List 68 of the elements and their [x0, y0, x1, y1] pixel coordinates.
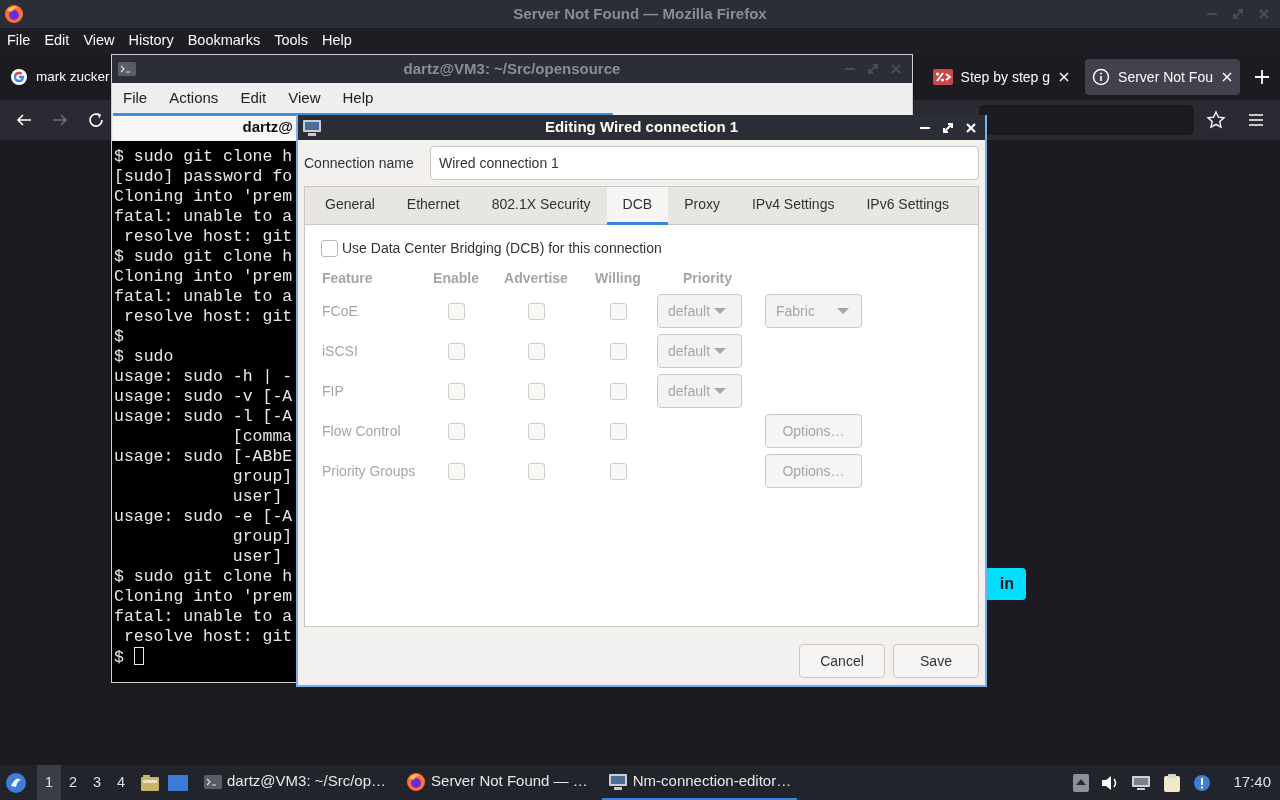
menu-item[interactable]: File — [112, 86, 159, 110]
terminal-line: user] — [231, 547, 283, 566]
terminal-line: Cloning into 'prem — [114, 187, 293, 206]
workspace-button[interactable]: 1 — [37, 765, 61, 800]
menu-item[interactable]: Help — [331, 86, 385, 110]
terminal-line: $ sudo git clone h — [114, 567, 293, 586]
tab-title: Server Not Fou — [1118, 67, 1213, 87]
menu-item[interactable]: Bookmarks — [180, 30, 268, 52]
page-button[interactable]: in — [985, 568, 1026, 600]
terminal-line: usage: sudo -l [-A — [114, 407, 293, 426]
workspace-button[interactable]: 2 — [61, 765, 85, 800]
terminal-line: usage: sudo -h | - — [114, 367, 293, 386]
terminal-line: [sudo] password fo — [114, 167, 293, 186]
terminal-line: group] — [231, 527, 293, 546]
terminal-line: resolve host: git — [122, 227, 293, 246]
window-title: Server Not Found — Mozilla Firefox — [513, 3, 767, 24]
terminal-line: $ — [114, 648, 125, 667]
browser-tab[interactable]: Step by step g — [925, 59, 1078, 95]
taskbar-button[interactable]: Server Not Found — … — [400, 765, 594, 800]
window-title: dartz@VM3: ~/Src/opensource — [403, 58, 621, 79]
terminal-line: group] — [231, 467, 293, 486]
terminal-line: $ — [114, 327, 124, 346]
terminal-line: resolve host: git — [122, 307, 293, 326]
terminal-line: fatal: unable to a — [114, 207, 293, 226]
terminal-line: Cloning into 'prem — [114, 267, 293, 286]
terminal-line: fatal: unable to a — [114, 607, 293, 626]
workspace-button[interactable]: 4 — [109, 765, 133, 800]
menu-item[interactable]: Help — [315, 30, 359, 52]
menu-item[interactable]: File — [0, 30, 38, 52]
menu-item[interactable]: Actions — [158, 86, 230, 110]
column-header: Willing — [595, 268, 641, 288]
menu-item[interactable]: Edit — [229, 86, 278, 110]
terminal-line: fatal: unable to a — [114, 287, 293, 306]
workspace-button[interactable]: 3 — [85, 765, 109, 800]
clock[interactable]: 17:40 — [1233, 771, 1271, 794]
menu-item[interactable]: View — [277, 86, 332, 110]
feature-label: iSCSI — [322, 341, 358, 361]
terminal-line: usage: sudo -e [-A — [114, 507, 293, 526]
column-header: Priority — [683, 268, 732, 288]
terminal-line: $ sudo git clone h — [114, 247, 293, 266]
checkbox-label: Use Data Center Bridging (DCB) for this connection — [342, 239, 662, 258]
browser-tab[interactable]: mark zucker — [10, 59, 110, 95]
browser-tab[interactable]: Server Not Fou — [1085, 59, 1240, 95]
terminal-line: usage: sudo -v [-A — [114, 387, 293, 406]
menu-item[interactable]: History — [121, 30, 181, 52]
feature-label: FCoE — [322, 301, 358, 321]
terminal-line: $ sudo — [114, 347, 174, 366]
terminal-line: usage: sudo [-ABbE — [114, 447, 293, 466]
feature-label: Flow Control — [322, 421, 401, 441]
terminal-line: resolve host: git — [122, 627, 293, 646]
feature-label: Priority Groups — [322, 461, 416, 481]
terminal-line: [comma — [231, 427, 293, 446]
column-header: Feature — [322, 268, 373, 288]
field-label: Connection name — [304, 153, 415, 173]
window-title: Editing Wired connection 1 — [544, 117, 739, 138]
taskbar-button[interactable]: dartz@VM3: ~/Src/op… — [198, 765, 393, 800]
tab-title: Step by step g — [960, 67, 1051, 87]
column-header: Advertise — [504, 268, 568, 288]
terminal-line: Cloning into 'prem — [114, 587, 293, 606]
taskbar-button[interactable]: Nm-connection-editor… — [601, 765, 798, 800]
menu-item[interactable]: Tools — [267, 30, 316, 52]
menu-item[interactable]: View — [76, 30, 122, 52]
column-header: Enable — [433, 268, 479, 288]
terminal-line: $ sudo git clone h — [114, 147, 293, 166]
feature-label: FIP — [322, 381, 344, 401]
tab-title: mark zucker — [36, 67, 110, 86]
menu-item[interactable]: Edit — [37, 30, 77, 52]
terminal-line: user] — [231, 487, 283, 506]
